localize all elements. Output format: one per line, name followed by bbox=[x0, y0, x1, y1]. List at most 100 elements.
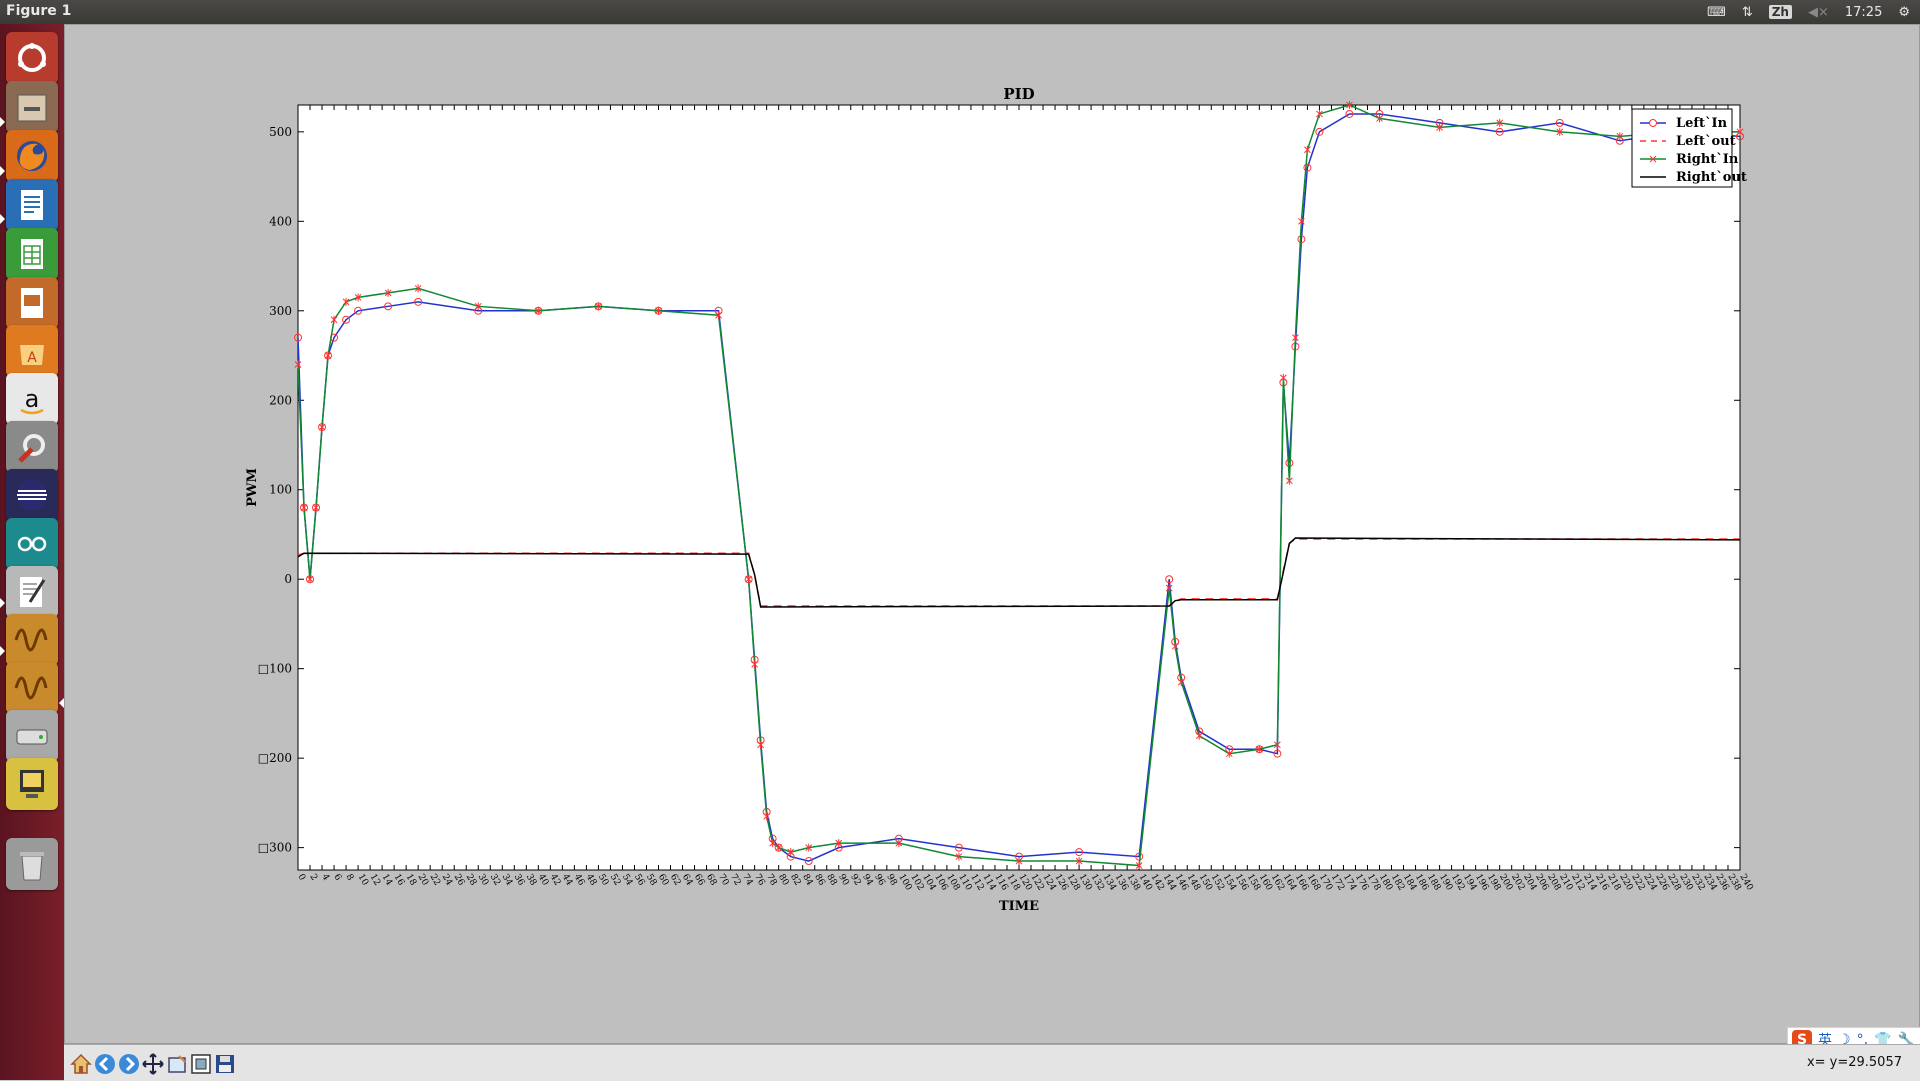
x-tick-label: 44 bbox=[560, 873, 575, 888]
x-tick-label: 98 bbox=[884, 873, 899, 888]
home-button[interactable] bbox=[68, 1051, 94, 1077]
arduino-icon bbox=[16, 528, 48, 560]
x-tick-label: 0 bbox=[295, 873, 307, 883]
pan-button[interactable] bbox=[140, 1051, 166, 1077]
legend-label: Right`out bbox=[1676, 170, 1747, 185]
network-app-icon bbox=[20, 770, 44, 798]
x-tick-label: 92 bbox=[848, 873, 862, 888]
calc-launcher-button[interactable] bbox=[6, 228, 58, 280]
back-arrow-icon bbox=[95, 1054, 115, 1074]
amazon-launcher-button[interactable]: a bbox=[6, 373, 58, 425]
legend-label: Left`In bbox=[1676, 116, 1728, 131]
x-tick-label: 66 bbox=[692, 873, 707, 888]
y-tick-label: □200 bbox=[258, 751, 292, 765]
home-icon bbox=[70, 1053, 92, 1074]
system-settings-icon bbox=[18, 434, 45, 463]
y-tick-label: □100 bbox=[258, 662, 292, 676]
x-tick-label: 68 bbox=[704, 873, 719, 888]
x-tick-label: 56 bbox=[632, 873, 647, 888]
keyboard-icon[interactable]: ⌨ bbox=[1707, 5, 1726, 20]
firefox-launcher-button[interactable] bbox=[6, 130, 58, 182]
ubuntu-dash-icon bbox=[18, 43, 46, 72]
window-title: Figure 1 bbox=[6, 3, 72, 19]
x-tick-label: 78 bbox=[764, 873, 779, 888]
text-editor-launcher-button[interactable] bbox=[6, 566, 58, 618]
x-tick-label: 90 bbox=[836, 873, 851, 888]
x-tick-label: 48 bbox=[584, 873, 599, 888]
x-tick-label: 32 bbox=[488, 873, 502, 888]
forward-arrow-icon bbox=[119, 1054, 139, 1074]
x-tick-label: 20 bbox=[416, 873, 431, 888]
impress-icon bbox=[21, 288, 43, 318]
drive-icon bbox=[16, 729, 48, 745]
x-tick-label: 96 bbox=[872, 873, 887, 888]
running-indicator bbox=[0, 598, 5, 608]
x-tick-label: 72 bbox=[728, 873, 742, 888]
x-tick-label: 88 bbox=[824, 873, 839, 888]
ubuntu-dash-launcher-button[interactable] bbox=[6, 32, 58, 84]
x-tick-label: 86 bbox=[812, 873, 827, 888]
chart-title: PID bbox=[1003, 85, 1034, 103]
eclipse-icon bbox=[17, 480, 47, 510]
oscilloscope-2-launcher-button[interactable] bbox=[6, 662, 58, 714]
running-indicator bbox=[0, 166, 5, 176]
gear-icon[interactable]: ⚙ bbox=[1898, 5, 1910, 20]
subplots-icon bbox=[191, 1054, 211, 1074]
y-tick-label: 200 bbox=[269, 393, 292, 407]
network-icon[interactable]: ⇅ bbox=[1742, 5, 1753, 20]
writer-launcher-button[interactable] bbox=[6, 179, 58, 231]
trash-launcher-button[interactable] bbox=[6, 838, 58, 890]
x-tick-label: 64 bbox=[680, 873, 695, 888]
axes-frame bbox=[297, 104, 1741, 871]
x-tick-label: 62 bbox=[668, 873, 682, 888]
clock[interactable]: 17:25 bbox=[1845, 5, 1882, 20]
subplots-button[interactable] bbox=[188, 1051, 214, 1077]
software-center-icon: A bbox=[20, 345, 44, 366]
oscilloscope-icon bbox=[14, 628, 48, 652]
move-icon bbox=[142, 1053, 164, 1075]
x-tick-label: 58 bbox=[644, 873, 659, 888]
volume-muted-icon[interactable]: ◀× bbox=[1808, 5, 1829, 20]
amazon-icon: a bbox=[20, 385, 44, 415]
x-tick-label: 52 bbox=[608, 873, 622, 888]
legend-marker bbox=[1649, 119, 1657, 127]
system-settings-launcher-button[interactable] bbox=[6, 421, 58, 473]
drive-launcher-button[interactable] bbox=[6, 710, 58, 762]
save-button[interactable] bbox=[212, 1051, 238, 1077]
impress-launcher-button[interactable] bbox=[6, 277, 58, 329]
x-tick-label: 60 bbox=[656, 873, 671, 888]
x-tick-label: 94 bbox=[860, 873, 875, 888]
svg-text:A: A bbox=[27, 350, 37, 366]
legend-label: Left`out bbox=[1676, 134, 1736, 149]
x-tick-label: 2 bbox=[307, 873, 319, 883]
y-tick-label: 100 bbox=[269, 483, 292, 497]
legend-label: Right`In bbox=[1676, 152, 1739, 167]
x-tick-label: 24 bbox=[440, 873, 455, 888]
x-tick-label: 26 bbox=[452, 873, 467, 888]
files-launcher-button[interactable] bbox=[6, 81, 58, 133]
top-panel: Figure 1 ⌨ ⇅ Zh ◀× 17:25 ⚙ bbox=[0, 0, 1920, 24]
x-tick-label: 16 bbox=[392, 873, 407, 888]
x-tick-label: 38 bbox=[524, 873, 539, 888]
back-button[interactable] bbox=[92, 1051, 118, 1077]
network-app-launcher-button[interactable] bbox=[6, 758, 58, 810]
eclipse-launcher-button[interactable] bbox=[6, 469, 58, 521]
input-method-indicator[interactable]: Zh bbox=[1768, 5, 1792, 19]
software-center-launcher-button[interactable]: A bbox=[6, 325, 58, 377]
y-tick-label: 300 bbox=[269, 304, 292, 318]
x-tick-label: 46 bbox=[572, 873, 587, 888]
x-tick-label: 70 bbox=[716, 873, 731, 888]
x-tick-label: 10 bbox=[355, 873, 370, 888]
zoom-button[interactable] bbox=[164, 1051, 190, 1077]
oscilloscope-launcher-button[interactable] bbox=[6, 614, 58, 666]
x-tick-label: 12 bbox=[368, 873, 382, 888]
x-tick-label: 28 bbox=[464, 873, 479, 888]
arduino-launcher-button[interactable] bbox=[6, 518, 58, 570]
trash-icon bbox=[20, 852, 44, 881]
x-tick-label: 18 bbox=[404, 873, 419, 888]
x-tick-label: 54 bbox=[620, 873, 635, 888]
calc-icon bbox=[21, 239, 43, 269]
system-tray: ⌨ ⇅ Zh ◀× 17:25 ⚙ bbox=[1707, 0, 1920, 24]
forward-button[interactable] bbox=[116, 1051, 142, 1077]
running-indicator bbox=[0, 646, 5, 656]
